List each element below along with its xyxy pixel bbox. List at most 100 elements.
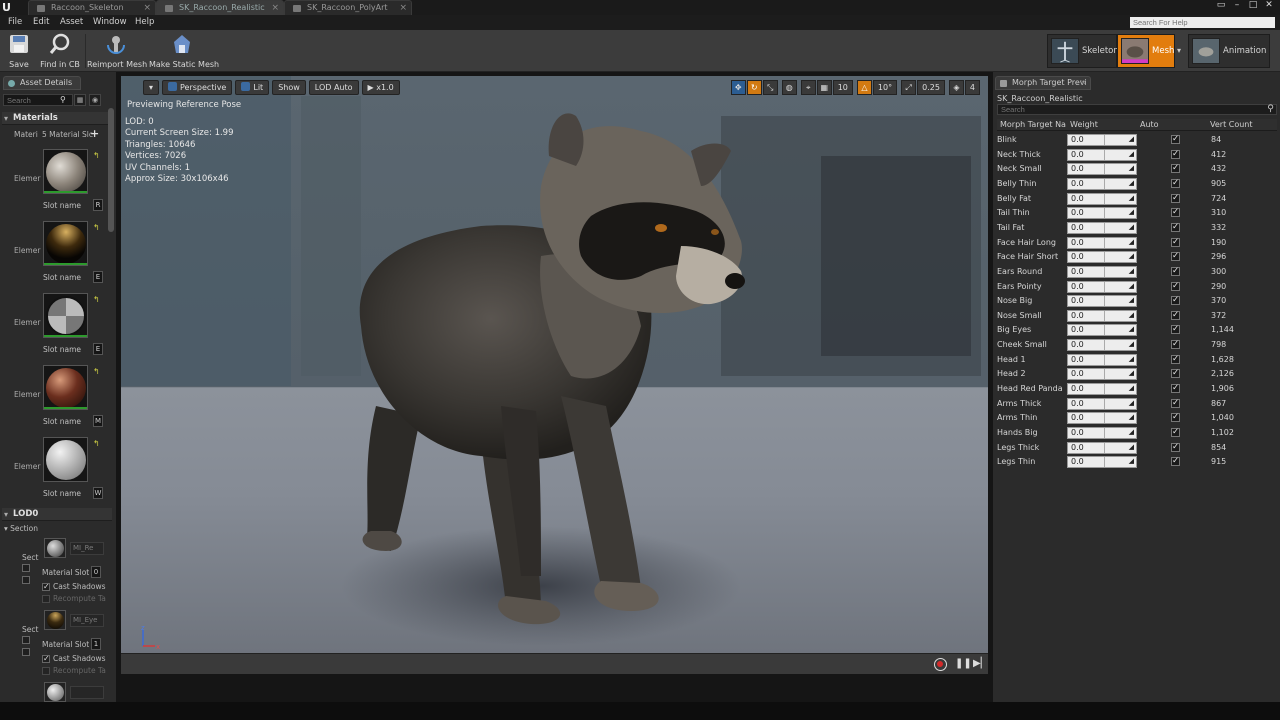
mode-dropdown-icon[interactable]: ▾ (1177, 46, 1181, 55)
morph-weight-field[interactable]: 0.0 ◢ (1067, 177, 1137, 190)
morph-target-row[interactable]: Nose Small 0.0 ◢ 372 (997, 309, 1277, 324)
preview-viewport[interactable]: ▾ Perspective Lit Show LOD Auto ▶ x1.0 ✥… (121, 76, 988, 674)
morph-weight-field[interactable]: 0.0 ◢ (1067, 339, 1137, 352)
morph-target-row[interactable]: Legs Thick 0.0 ◢ 854 (997, 441, 1277, 456)
morph-target-row[interactable]: Hands Big 0.0 ◢ 1,102 (997, 426, 1277, 441)
notification-icon[interactable]: ▭ (1214, 0, 1228, 11)
menu-window[interactable]: Window (93, 17, 127, 27)
material-thumbnail[interactable] (43, 365, 88, 410)
pause-button[interactable]: ❚❚ (955, 658, 972, 669)
scale-snap-value[interactable]: 0.25 (917, 80, 945, 95)
morph-target-row[interactable]: Belly Fat 0.0 ◢ 724 (997, 192, 1277, 207)
slot-name-field[interactable]: E (93, 343, 103, 355)
cast-shadows-checkbox[interactable] (42, 654, 50, 663)
auto-checkbox[interactable] (1171, 222, 1180, 232)
surface-snap-icon[interactable]: ⌖ (800, 80, 816, 95)
section-material-combo[interactable]: MI_Eye (70, 614, 104, 627)
morph-weight-field[interactable]: 0.0 ◢ (1067, 309, 1137, 322)
perspective-button[interactable]: Perspective (162, 80, 233, 95)
mode-mesh-button[interactable]: Mesh (1117, 34, 1175, 68)
header-morph-target-name[interactable]: Morph Target Nam (1000, 120, 1066, 129)
drag-handle-icon[interactable]: ◢ (1129, 281, 1134, 291)
auto-checkbox[interactable] (1171, 442, 1180, 452)
morph-weight-field[interactable]: 0.0 ◢ (1067, 265, 1137, 278)
camera-speed-icon[interactable]: ◈ (948, 80, 964, 95)
drag-handle-icon[interactable]: ◢ (1129, 354, 1134, 364)
minimize-icon[interactable]: – (1230, 0, 1244, 11)
morph-target-row[interactable]: Face Hair Short 0.0 ◢ 296 (997, 250, 1277, 265)
morph-target-row[interactable]: Arms Thick 0.0 ◢ 867 (997, 397, 1277, 412)
morph-weight-field[interactable]: 0.0 ◢ (1067, 207, 1137, 220)
close-icon[interactable]: × (399, 1, 407, 15)
section-material-thumbnail[interactable] (44, 682, 66, 702)
material-thumbnail[interactable] (43, 221, 88, 266)
auto-checkbox[interactable] (1171, 237, 1180, 247)
morph-weight-field[interactable]: 0.0 ◢ (1067, 353, 1137, 366)
morph-target-row[interactable]: Nose Big 0.0 ◢ 370 (997, 294, 1277, 309)
drag-handle-icon[interactable]: ◢ (1129, 456, 1134, 466)
morph-weight-field[interactable]: 0.0 ◢ (1067, 295, 1137, 308)
morph-weight-field[interactable]: 0.0 ◢ (1067, 324, 1137, 337)
drag-handle-icon[interactable]: ◢ (1129, 193, 1134, 203)
morph-weight-field[interactable]: 0.0 ◢ (1067, 456, 1137, 469)
lod-auto-button[interactable]: LOD Auto (308, 80, 359, 95)
cast-shadows-checkbox[interactable] (42, 582, 50, 591)
menu-asset[interactable]: Asset (60, 17, 83, 27)
drag-handle-icon[interactable]: ◢ (1129, 427, 1134, 437)
morph-target-row[interactable]: Neck Thick 0.0 ◢ 412 (997, 148, 1277, 163)
drag-handle-icon[interactable]: ◢ (1129, 178, 1134, 188)
auto-checkbox[interactable] (1171, 207, 1180, 218)
section-checkbox[interactable] (22, 636, 30, 644)
morph-weight-field[interactable]: 0.0 ◢ (1067, 236, 1137, 249)
morph-target-row[interactable]: Tail Fat 0.0 ◢ 332 (997, 221, 1277, 236)
drag-handle-icon[interactable]: ◢ (1129, 442, 1134, 452)
auto-checkbox[interactable] (1171, 339, 1180, 350)
section-material-thumbnail[interactable] (44, 538, 66, 558)
morph-target-row[interactable]: Cheek Small 0.0 ◢ 798 (997, 338, 1277, 353)
use-selected-arrow-icon[interactable]: ↰ (93, 439, 101, 448)
auto-checkbox[interactable] (1171, 134, 1180, 144)
auto-checkbox[interactable] (1171, 383, 1180, 394)
morph-weight-field[interactable]: 0.0 ◢ (1067, 221, 1137, 234)
morph-target-row[interactable]: Big Eyes 0.0 ◢ 1,144 (997, 323, 1277, 338)
morph-target-row[interactable]: Ears Pointy 0.0 ◢ 290 (997, 280, 1277, 295)
drag-handle-icon[interactable]: ◢ (1129, 339, 1134, 349)
drag-handle-icon[interactable]: ◢ (1129, 134, 1134, 144)
auto-checkbox[interactable] (1171, 281, 1180, 291)
auto-checkbox[interactable] (1171, 178, 1180, 188)
lit-button[interactable]: Lit (235, 80, 270, 95)
auto-checkbox[interactable] (1171, 193, 1180, 203)
morph-search-input[interactable] (997, 104, 1277, 115)
maximize-icon[interactable]: □ (1246, 0, 1260, 11)
auto-checkbox[interactable] (1171, 398, 1180, 408)
tab-sk-raccoon-realistic[interactable]: SK_Raccoon_Realistic × (156, 0, 284, 15)
menu-edit[interactable]: Edit (33, 17, 49, 27)
sections-header[interactable]: ▾ Section (4, 524, 38, 533)
drag-handle-icon[interactable]: ◢ (1129, 412, 1134, 422)
drag-handle-icon[interactable]: ◢ (1129, 149, 1134, 159)
mode-skeleton-button[interactable]: Skeleton (1047, 34, 1119, 68)
morph-target-tab[interactable]: Morph Target Previ × (995, 76, 1091, 90)
rotate-icon[interactable]: ↻ (746, 80, 762, 95)
use-selected-arrow-icon[interactable]: ↰ (93, 151, 101, 160)
close-window-icon[interactable]: ✕ (1262, 0, 1276, 11)
auto-checkbox[interactable] (1171, 149, 1180, 159)
find-in-cb-button[interactable]: Find in CB (38, 33, 82, 71)
recompute-tangent-checkbox[interactable] (42, 667, 50, 675)
close-icon[interactable]: × (271, 1, 279, 15)
drag-handle-icon[interactable]: ◢ (1129, 237, 1134, 247)
camera-speed-value[interactable]: 4 (964, 80, 980, 95)
close-icon[interactable]: × (143, 1, 151, 15)
materials-section-header[interactable]: Materials (2, 112, 112, 125)
record-button[interactable] (934, 658, 947, 671)
menu-help[interactable]: Help (135, 17, 154, 27)
drag-handle-icon[interactable]: ◢ (1129, 251, 1134, 261)
grid-view-icon[interactable]: ▦ (74, 94, 86, 106)
section-material-combo[interactable]: MI_Re (70, 542, 104, 555)
recompute-tangent-checkbox[interactable] (42, 595, 50, 603)
auto-checkbox[interactable] (1171, 295, 1180, 306)
drag-handle-icon[interactable]: ◢ (1129, 368, 1134, 378)
morph-weight-field[interactable]: 0.0 ◢ (1067, 192, 1137, 205)
morph-target-row[interactable]: Arms Thin 0.0 ◢ 1,040 (997, 411, 1277, 426)
material-thumbnail[interactable] (43, 149, 88, 194)
